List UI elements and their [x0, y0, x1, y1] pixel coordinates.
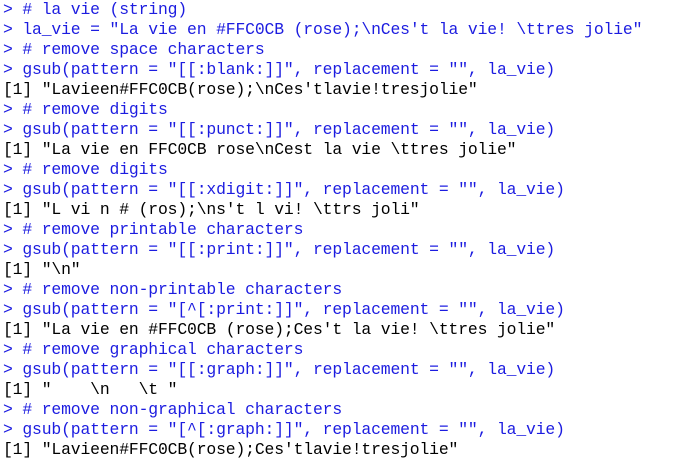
- console-input-line: > # remove digits: [3, 160, 692, 180]
- input-text: gsub(pattern = "[[:blank:]]", replacemen…: [22, 60, 556, 79]
- console-output-line: [1] " \n \t ": [3, 380, 692, 400]
- input-text: gsub(pattern = "[^[:graph:]]", replaceme…: [22, 420, 565, 439]
- prompt-symbol: >: [3, 100, 23, 119]
- input-text: gsub(pattern = "[^[:print:]]", replaceme…: [22, 300, 565, 319]
- input-text: # la vie (string): [22, 0, 188, 19]
- console-input-line: > gsub(pattern = "[[:graph:]]", replacem…: [3, 360, 692, 380]
- console-output-line: [1] "L vi n # (ros);\ns't l vi! \ttrs jo…: [3, 200, 692, 220]
- input-text: # remove digits: [22, 160, 168, 179]
- output-text: [1] "La vie en FFC0CB rose\nCest la vie …: [3, 140, 517, 159]
- console-input-line: > # remove non-graphical characters: [3, 400, 692, 420]
- output-text: [1] "La vie en #FFC0CB (rose);Ces't la v…: [3, 320, 556, 339]
- output-text: [1] "L vi n # (ros);\ns't l vi! \ttrs jo…: [3, 200, 420, 219]
- console-input-line: > gsub(pattern = "[^[:print:]]", replace…: [3, 300, 692, 320]
- console-input-line: > la_vie = "La vie en #FFC0CB (rose);\nC…: [3, 20, 692, 40]
- output-text: [1] "\n": [3, 260, 81, 279]
- prompt-symbol: >: [3, 220, 23, 239]
- console-output-line: [1] "Lavieen#FFC0CB(rose);\nCes'tlavie!t…: [3, 80, 692, 100]
- console-input-line: > gsub(pattern = "[[:xdigit:]]", replace…: [3, 180, 692, 200]
- console-input-line: > gsub(pattern = "[[:print:]]", replacem…: [3, 240, 692, 260]
- input-text: # remove space characters: [22, 40, 265, 59]
- prompt-symbol: >: [3, 120, 23, 139]
- input-text: # remove printable characters: [22, 220, 304, 239]
- console-input-line: > # remove graphical characters: [3, 340, 692, 360]
- console-input-line: > gsub(pattern = "[^[:graph:]]", replace…: [3, 420, 692, 440]
- input-text: gsub(pattern = "[[:graph:]]", replacemen…: [22, 360, 556, 379]
- r-console[interactable]: > # la vie (string) > la_vie = "La vie en…: [0, 0, 692, 464]
- console-input-line: > gsub(pattern = "[[:blank:]]", replacem…: [3, 60, 692, 80]
- input-text: gsub(pattern = "[[:xdigit:]]", replaceme…: [22, 180, 565, 199]
- prompt-symbol: >: [3, 280, 23, 299]
- prompt-symbol: >: [3, 60, 23, 79]
- input-text: gsub(pattern = "[[:print:]]", replacemen…: [22, 240, 556, 259]
- output-text: [1] " \n \t ": [3, 380, 178, 399]
- prompt-symbol: >: [3, 300, 23, 319]
- prompt-symbol: >: [3, 180, 23, 199]
- prompt-symbol: >: [3, 460, 22, 464]
- prompt-symbol: >: [3, 0, 23, 19]
- input-text: # remove digits: [22, 100, 168, 119]
- output-text: [1] "Lavieen#FFC0CB(rose);Ces'tlavie!tre…: [3, 440, 459, 459]
- prompt-symbol: >: [3, 420, 23, 439]
- console-input-line: > # la vie (string): [3, 0, 692, 20]
- console-input-line: > # remove printable characters: [3, 220, 692, 240]
- input-text: # remove graphical characters: [22, 340, 304, 359]
- console-output-line: [1] "La vie en FFC0CB rose\nCest la vie …: [3, 140, 692, 160]
- prompt-symbol: >: [3, 240, 23, 259]
- console-output-line: [1] "Lavieen#FFC0CB(rose);Ces'tlavie!tre…: [3, 440, 692, 460]
- console-input-line: > # remove digits: [3, 100, 692, 120]
- prompt-symbol: >: [3, 400, 23, 419]
- input-text: la_vie = "La vie en #FFC0CB (rose);\nCes…: [22, 20, 643, 39]
- prompt-symbol: >: [3, 40, 23, 59]
- input-text: # remove non-printable characters: [22, 280, 343, 299]
- output-text: [1] "Lavieen#FFC0CB(rose);\nCes'tlavie!t…: [3, 80, 478, 99]
- input-text: gsub(pattern = "[[:punct:]]", replacemen…: [22, 120, 556, 139]
- prompt-symbol: >: [3, 340, 23, 359]
- console-output-line: [1] "La vie en #FFC0CB (rose);Ces't la v…: [3, 320, 692, 340]
- console-prompt-line: >: [3, 460, 692, 464]
- console-input-line: > # remove non-printable characters: [3, 280, 692, 300]
- console-input-line: > gsub(pattern = "[[:punct:]]", replacem…: [3, 120, 692, 140]
- console-input-line: > # remove space characters: [3, 40, 692, 60]
- prompt-symbol: >: [3, 360, 23, 379]
- prompt-symbol: >: [3, 160, 23, 179]
- input-text: # remove non-graphical characters: [22, 400, 343, 419]
- console-output-line: [1] "\n": [3, 260, 692, 280]
- prompt-symbol: >: [3, 20, 23, 39]
